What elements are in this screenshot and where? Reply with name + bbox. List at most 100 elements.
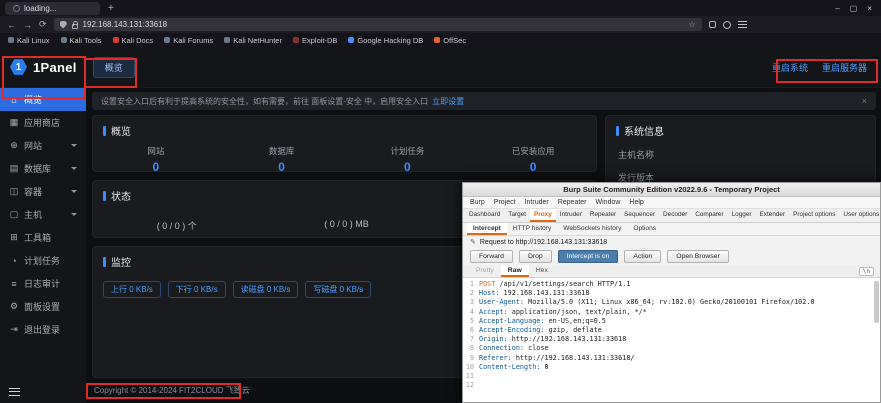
tab-proxy[interactable]: Proxy — [530, 209, 556, 222]
legend-disk-write-button[interactable]: 写磁盘 0 KB/s — [305, 281, 371, 298]
sidebar-item-label: 工具箱 — [24, 231, 51, 244]
code-line: 3User-Agent: Mozilla/5.0 (X11; Linux x86… — [463, 298, 880, 307]
header-name: Accept-Language: — [479, 317, 544, 326]
sidebar-item-cron[interactable]: ◔计划任务 — [0, 249, 86, 272]
subtab-intercept[interactable]: Intercept — [467, 223, 507, 235]
title-accent-bar — [616, 126, 619, 136]
subtab-websockets-history[interactable]: WebSockets history — [557, 223, 627, 235]
request-editor[interactable]: 1POST /api/v1/settings/search HTTP/1.1 2… — [463, 278, 880, 402]
subtab-options[interactable]: Options — [627, 223, 662, 235]
tab-comparer[interactable]: Comparer — [691, 209, 727, 222]
new-tab-button[interactable]: + — [108, 3, 114, 14]
stat-installed-apps[interactable]: 已安装应用0 — [470, 145, 596, 174]
browser-menu-icon[interactable] — [738, 21, 747, 28]
subtab-http-history[interactable]: HTTP history — [507, 223, 557, 235]
bookmark-kali-linux[interactable]: Kali Linux — [8, 36, 50, 45]
pencil-icon: ✎ — [470, 238, 476, 246]
shield-icon[interactable] — [60, 21, 67, 29]
sidebar-item-website[interactable]: ⊕网站 — [0, 134, 86, 157]
bookmark-kali-tools[interactable]: Kali Tools — [61, 36, 102, 45]
view-tab-pretty[interactable]: Pretty — [469, 265, 501, 277]
intercept-toggle-button[interactable]: Intercept is on — [558, 250, 619, 263]
bookmark-favicon — [293, 37, 299, 43]
sidebar-item-container[interactable]: ◫容器 — [0, 180, 86, 203]
bookmark-kali-docs[interactable]: Kali Docs — [113, 36, 154, 45]
host-icon: ▢ — [9, 209, 19, 220]
open-browser-button[interactable]: Open Browser — [667, 250, 728, 263]
sidebar-item-database[interactable]: ▤数据库 — [0, 157, 86, 180]
sidebar-item-overview[interactable]: ⌂概览 — [0, 88, 86, 111]
maximize-icon[interactable]: ▢ — [850, 4, 858, 13]
sidebar-item-label: 日志审计 — [24, 277, 60, 290]
legend-download-button[interactable]: 下行 0 KB/s — [168, 281, 226, 298]
bookmark-offsec[interactable]: OffSec — [434, 36, 466, 45]
sidebar-item-logout[interactable]: ⇥退出登录 — [0, 318, 86, 341]
lock-icon[interactable] — [72, 24, 78, 29]
bookmark-exploit-db[interactable]: Exploit-DB — [293, 36, 337, 45]
tab-target[interactable]: Target — [504, 209, 530, 222]
forward-button[interactable]: Forward — [470, 250, 513, 263]
tab-repeater[interactable]: Repeater — [586, 209, 620, 222]
overview-header-tab[interactable]: 概览 — [93, 57, 135, 78]
stat-cron-jobs[interactable]: 计划任务0 — [345, 145, 471, 174]
sidebar-item-app-store[interactable]: ▦应用商店 — [0, 111, 86, 134]
restart-system-button[interactable]: 重启系统 — [772, 61, 808, 74]
minimize-icon[interactable]: – — [835, 4, 839, 13]
menu-project[interactable]: Project — [494, 199, 516, 206]
bookmark-label: Kali Linux — [17, 36, 50, 45]
stat-websites[interactable]: 网站0 — [93, 145, 219, 174]
sidebar-item-panel-settings[interactable]: ⚙面板设置 — [0, 295, 86, 318]
extensions-icon[interactable] — [709, 21, 716, 28]
legend-upload-button[interactable]: 上行 0 KB/s — [103, 281, 161, 298]
burp-view-tabs: Pretty Raw Hex \n — [463, 265, 880, 278]
sidebar-item-label: 概览 — [24, 93, 42, 106]
notice-close-icon[interactable]: × — [862, 96, 867, 106]
back-icon[interactable]: ← — [7, 20, 16, 30]
drop-button[interactable]: Drop — [519, 250, 552, 263]
view-tab-raw[interactable]: Raw — [501, 265, 529, 277]
stat-databases[interactable]: 数据库0 — [219, 145, 345, 174]
bookmark-label: Kali NetHunter — [233, 36, 282, 45]
burp-title-bar[interactable]: Burp Suite Community Edition v2022.9.6 -… — [463, 183, 880, 197]
tab-dashboard[interactable]: Dashboard — [465, 209, 504, 222]
menu-repeater[interactable]: Repeater — [558, 199, 587, 206]
tab-user-options[interactable]: User options — [839, 209, 881, 222]
notice-setup-link[interactable]: 立即设置 — [432, 96, 464, 107]
tab-sequencer[interactable]: Sequencer — [620, 209, 659, 222]
bookmark-kali-nethunter[interactable]: Kali NetHunter — [224, 36, 282, 45]
menu-intruder[interactable]: Intruder — [525, 199, 549, 206]
tab-extender[interactable]: Extender — [756, 209, 790, 222]
restart-server-button[interactable]: 重启服务器 — [822, 61, 867, 74]
header-name: User-Agent: — [479, 298, 524, 307]
editor-scrollbar[interactable] — [874, 281, 879, 323]
menu-help[interactable]: Help — [629, 199, 643, 206]
bookmark-kali-forums[interactable]: Kali Forums — [164, 36, 213, 45]
action-button[interactable]: Action — [624, 250, 661, 263]
browser-tab[interactable]: loading... — [5, 2, 100, 15]
header-name: Accept-Encoding: — [479, 326, 544, 335]
reload-icon[interactable]: ⟳ — [39, 19, 47, 30]
sidebar-item-log-audit[interactable]: ≡日志审计 — [0, 272, 86, 295]
menu-burp[interactable]: Burp — [470, 199, 485, 206]
url-text[interactable]: 192.168.143.131:33618 — [83, 20, 684, 29]
forward-icon[interactable]: → — [23, 20, 32, 30]
tab-project-options[interactable]: Project options — [789, 209, 839, 222]
show-newlines-toggle[interactable]: \n — [859, 267, 874, 276]
close-icon[interactable]: × — [867, 4, 872, 13]
bookmark-google-hacking-db[interactable]: Google Hacking DB — [348, 36, 423, 45]
legend-disk-read-button[interactable]: 读磁盘 0 KB/s — [233, 281, 299, 298]
tab-intruder[interactable]: Intruder — [556, 209, 586, 222]
menu-window[interactable]: Window — [596, 199, 621, 206]
sidebar-collapse-icon[interactable] — [9, 388, 20, 396]
card-title-row: 系统信息 — [606, 116, 875, 138]
tab-decoder[interactable]: Decoder — [659, 209, 691, 222]
view-tab-hex[interactable]: Hex — [529, 265, 555, 277]
url-bar[interactable]: 192.168.143.131:33618 ☆ — [54, 18, 702, 31]
sidebar-item-host[interactable]: ▢主机 — [0, 203, 86, 226]
clock-icon: ◔ — [9, 256, 19, 266]
bookmark-star-icon[interactable]: ☆ — [688, 20, 695, 29]
account-icon[interactable] — [723, 21, 731, 29]
tab-logger[interactable]: Logger — [728, 209, 756, 222]
sidebar-item-toolbox[interactable]: ⊞工具箱 — [0, 226, 86, 249]
stat-value: 0 — [93, 160, 219, 174]
